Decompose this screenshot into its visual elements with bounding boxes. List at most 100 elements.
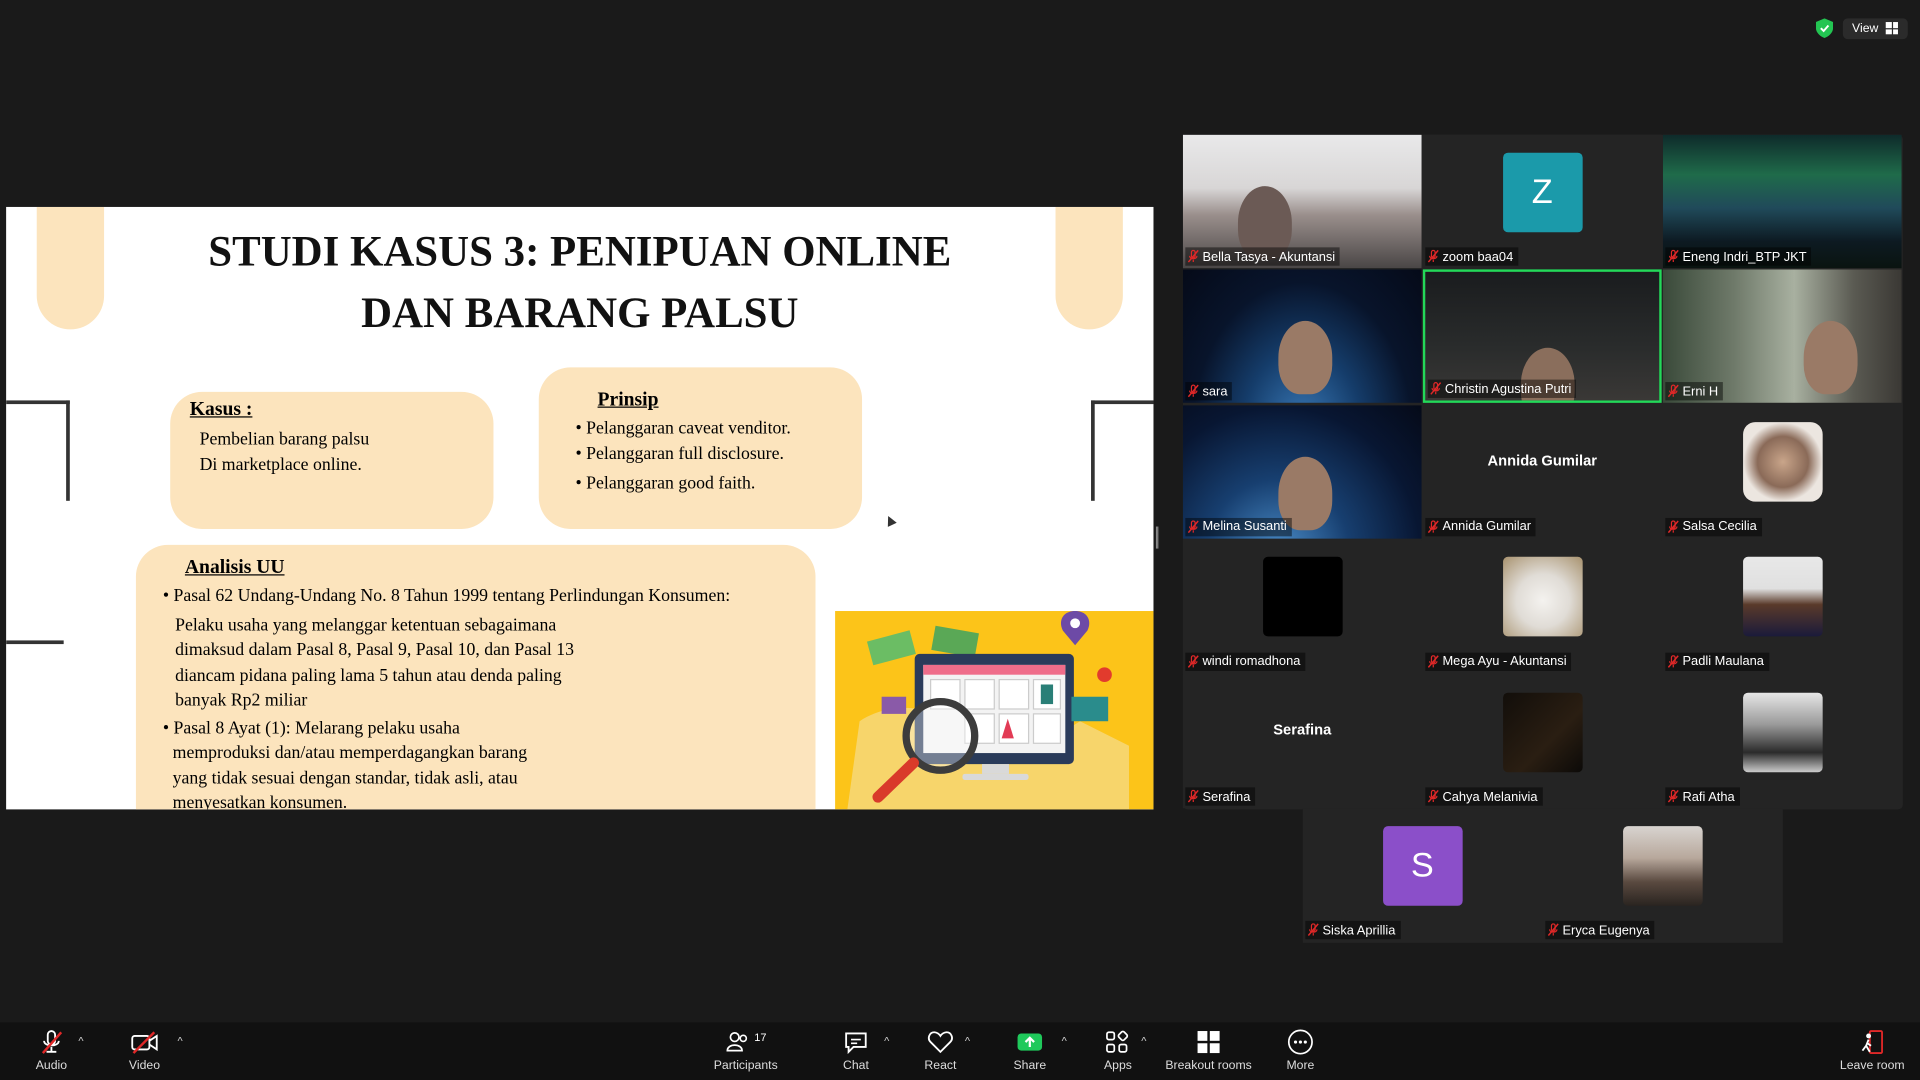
participant-profile-photo	[1502, 692, 1583, 772]
analisis-bullet2-text: Pasal 8 Ayat (1): Melarang pelaku usaha	[173, 718, 460, 738]
participant-name: Eneng Indri_BTP JKT	[1682, 249, 1807, 264]
participant-tile[interactable]: sara	[1182, 269, 1422, 404]
slide-bracket-right	[1091, 400, 1154, 501]
participant-tile[interactable]: Melina Susanti	[1182, 404, 1422, 539]
participant-name-bar: Rafi Atha	[1665, 787, 1740, 806]
video-off-icon	[130, 1029, 159, 1056]
muted-mic-icon	[1187, 384, 1199, 398]
muted-mic-icon	[1667, 654, 1679, 668]
breakout-rooms-label: Breakout rooms	[1165, 1059, 1252, 1073]
video-options-caret-icon[interactable]: ^	[178, 1035, 183, 1047]
analisis-bullet1: • Pasal 62 Undang-Undang No. 8 Tahun 199…	[162, 586, 731, 607]
participant-name: Erni H	[1682, 384, 1719, 399]
kasus-heading: Kasus :	[189, 399, 253, 421]
participant-name-bar: Mega Ayu - Akuntansi	[1425, 652, 1572, 671]
muted-mic-icon	[1427, 654, 1439, 668]
audio-options-caret-icon[interactable]: ^	[78, 1035, 83, 1047]
participant-name: Annida Gumilar	[1442, 519, 1532, 534]
participant-name-bar: Christin Agustina Putri	[1427, 379, 1577, 399]
panel-resize-handle[interactable]	[1155, 526, 1159, 549]
analisis-body-line: dimaksud dalam Pasal 8, Pasal 9, Pasal 1…	[175, 640, 575, 661]
encryption-shield-icon[interactable]	[1815, 18, 1833, 38]
more-button[interactable]: More	[1258, 1029, 1344, 1073]
participant-name: zoom baa04	[1442, 249, 1514, 264]
participants-button[interactable]: 17 Participants	[703, 1029, 789, 1073]
prinsip-heading: Prinsip	[597, 389, 659, 411]
participant-name-bar: Serafina	[1185, 787, 1256, 806]
more-dots-icon	[1287, 1029, 1314, 1056]
participant-tile[interactable]: S Siska Aprillia	[1302, 808, 1542, 942]
analisis-body-line: memproduksi dan/atau memperdagangkan bar…	[172, 743, 528, 763]
heart-icon	[927, 1029, 954, 1056]
participant-tile[interactable]: Cahya Melanivia	[1422, 674, 1662, 809]
react-label: React	[924, 1059, 957, 1073]
apps-label: Apps	[1104, 1059, 1132, 1073]
participant-profile-photo	[1502, 557, 1583, 637]
participant-tile[interactable]: Padli Maulana	[1662, 539, 1902, 674]
participant-tile[interactable]: Annida Gumilar Annida Gumilar	[1422, 404, 1662, 539]
participant-tile[interactable]: Eneng Indri_BTP JKT	[1662, 134, 1902, 269]
participant-tile[interactable]: Zzoom baa04	[1422, 134, 1662, 269]
prinsip-bullet-text: Pelanggaran good faith.	[586, 473, 756, 494]
react-options-caret-icon[interactable]: ^	[965, 1035, 970, 1047]
slide-title-line2: DAN BARANG PALSU	[361, 288, 799, 337]
participant-profile-photo	[1742, 692, 1823, 772]
participant-name: Salsa Cecilia	[1682, 519, 1757, 534]
analisis-heading: Analisis UU	[184, 557, 285, 578]
participant-name: Christin Agustina Putri	[1444, 381, 1572, 397]
share-options-caret-icon[interactable]: ^	[1062, 1035, 1067, 1047]
share-label: Share	[1013, 1059, 1047, 1073]
participant-tile[interactable]: Rafi Atha	[1662, 674, 1902, 809]
share-button[interactable]: Share	[987, 1029, 1073, 1073]
participant-tile[interactable]: Mega Ayu - Akuntansi	[1422, 539, 1662, 674]
muted-mic-icon	[1187, 519, 1199, 533]
leave-room-button[interactable]: Leave room	[1829, 1029, 1915, 1073]
breakout-rooms-button[interactable]: Breakout rooms	[1161, 1029, 1257, 1073]
online-shopping-illustration	[835, 611, 1154, 810]
participant-face	[1803, 321, 1858, 395]
apps-button[interactable]: Apps	[1075, 1029, 1161, 1073]
video-button[interactable]: Video	[102, 1029, 188, 1073]
participant-name: Eryca Eugenya	[1562, 922, 1650, 938]
participants-icon: 17	[725, 1029, 767, 1056]
participant-tile[interactable]: Serafina Serafina	[1182, 674, 1422, 809]
participant-tile[interactable]: Erni H	[1662, 269, 1902, 404]
share-screen-icon	[1016, 1029, 1043, 1056]
apps-options-caret-icon[interactable]: ^	[1141, 1035, 1146, 1047]
participant-name-bar: Cahya Melanivia	[1425, 787, 1543, 806]
react-button[interactable]: React	[898, 1029, 984, 1073]
view-grid-icon	[1885, 22, 1898, 35]
participant-tile[interactable]: Salsa Cecilia	[1662, 404, 1902, 539]
participant-name: Melina Susanti	[1202, 519, 1287, 534]
participant-name: sara	[1202, 384, 1228, 399]
top-right-controls: View	[1815, 15, 1908, 42]
zoom-window: View STUDI KASUS 3: PENIPUAN ONLINE DAN …	[0, 0, 1920, 1080]
participant-profile-photo	[1622, 825, 1703, 906]
prinsip-bullet: • Pelanggaran caveat venditor.	[575, 418, 791, 439]
muted-mic-icon	[1667, 249, 1679, 263]
participant-avatar: Z	[1502, 152, 1583, 232]
participant-profile-photo	[1262, 557, 1343, 637]
prinsip-bullet-text: Pelanggaran full disclosure.	[586, 444, 784, 465]
muted-mic-icon	[1307, 923, 1319, 936]
view-label: View	[1852, 21, 1879, 35]
muted-mic-icon	[1667, 790, 1679, 803]
muted-mic-icon	[1187, 654, 1199, 668]
chat-options-caret-icon[interactable]: ^	[884, 1035, 889, 1047]
participants-label: Participants	[713, 1059, 778, 1073]
participant-tile[interactable]: Christin Agustina Putri	[1422, 269, 1662, 404]
participant-name-bar: Melina Susanti	[1185, 517, 1292, 536]
kasus-box: Kasus : Pembelian barang palsu Di market…	[170, 391, 494, 529]
participant-name: Padli Maulana	[1682, 654, 1764, 670]
view-button[interactable]: View	[1842, 17, 1908, 39]
participant-tile[interactable]: windi romadhona	[1182, 539, 1422, 674]
leave-room-label: Leave room	[1839, 1059, 1905, 1073]
prinsip-bullet: • Pelanggaran good faith.	[575, 473, 756, 494]
participant-name-bar: zoom baa04	[1425, 247, 1519, 266]
participant-name: Rafi Atha	[1682, 789, 1735, 805]
prinsip-bullet: • Pelanggaran full disclosure.	[575, 444, 784, 465]
participant-tile[interactable]: Eryca Eugenya	[1542, 808, 1782, 942]
analisis-body-line: yang tidak sesuai dengan standar, tidak …	[172, 768, 518, 788]
participant-tile[interactable]: Bella Tasya - Akuntansi	[1182, 134, 1422, 269]
analisis-body-line: menyesatkan konsumen.	[172, 793, 348, 810]
